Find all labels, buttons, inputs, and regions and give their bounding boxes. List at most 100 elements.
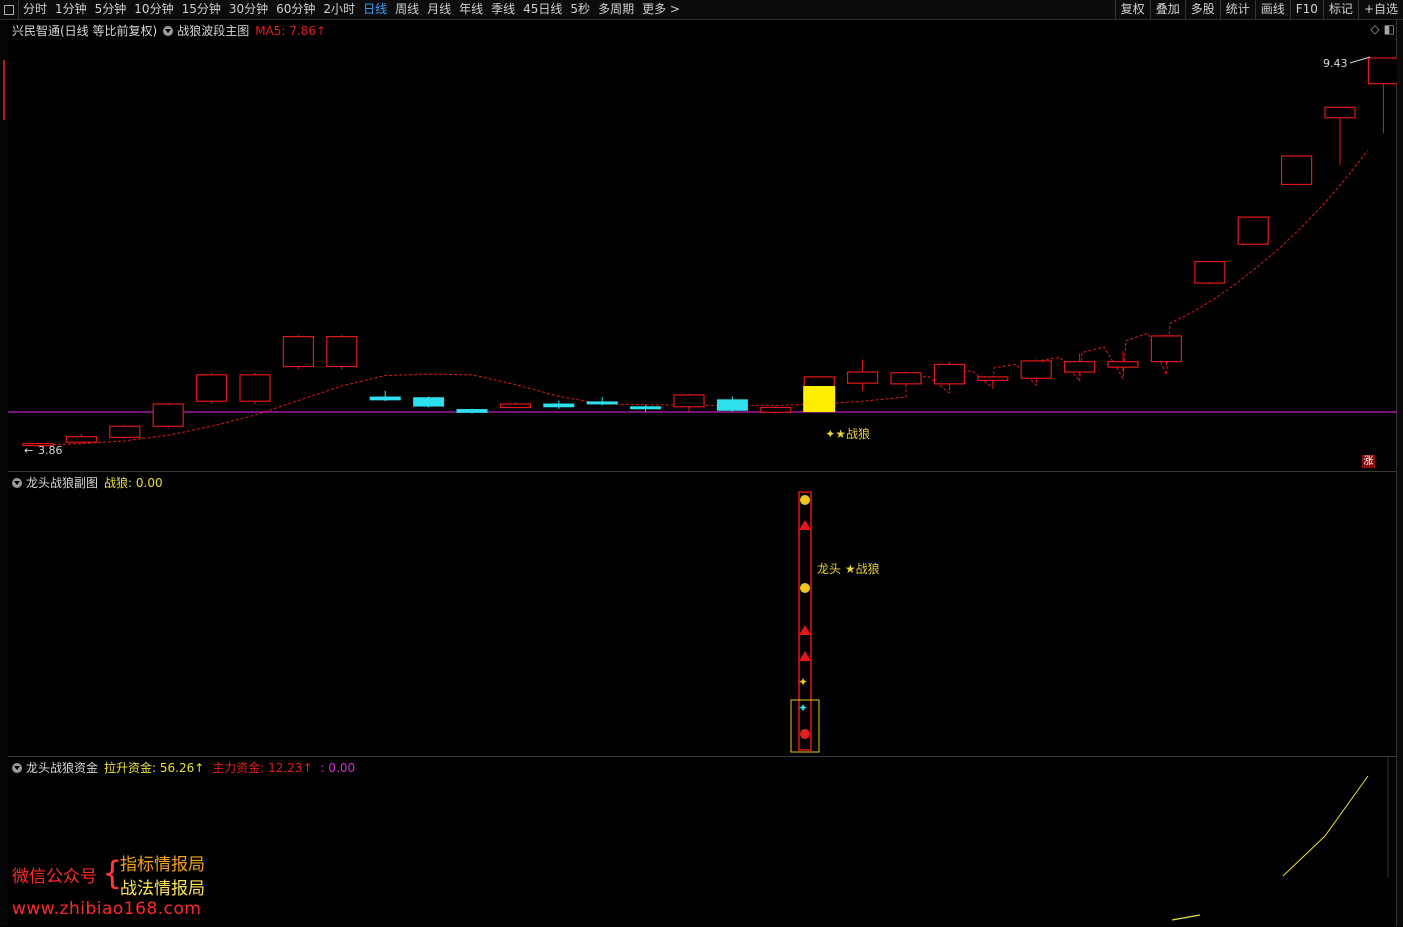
period-tab-6[interactable]: 60分钟 xyxy=(272,0,319,19)
candle-31 xyxy=(1367,57,1397,134)
lift-fund-line xyxy=(1282,775,1369,877)
candle-4 xyxy=(196,372,228,405)
toolbar-button-2[interactable]: 多股 xyxy=(1184,0,1220,19)
candle-13 xyxy=(586,397,618,406)
period-tab-9[interactable]: 周线 xyxy=(391,0,423,19)
main-panel-title: 兴民智通(日线 等比前复权) 战狼波段主图 MA5: 7.86↑ xyxy=(12,22,326,39)
main-signal-label: ★战狼 xyxy=(835,426,870,441)
candle-body xyxy=(977,376,1009,381)
watermark-account-prefix: 微信公众号 xyxy=(12,867,97,887)
sub-indicator-dropdown-icon[interactable] xyxy=(12,477,22,488)
money-bag-icon-1 xyxy=(800,583,810,593)
fund-chart-panel[interactable]: 龙头战狼资金 拉升资金: 56.26↑ 主力资金: 12.23↑ : 0.00 xyxy=(8,756,1397,927)
candle-6 xyxy=(282,335,314,370)
candle-body xyxy=(1194,260,1226,284)
high-price-label: 9.43 xyxy=(1323,57,1348,70)
toolbar-right-buttons: 复权 叠加 多股 统计 画线 F10 标记 +自选 xyxy=(1114,0,1403,19)
period-tab-5[interactable]: 30分钟 xyxy=(225,0,272,19)
candle-body xyxy=(1063,361,1096,373)
period-tab-2[interactable]: 5分钟 xyxy=(91,0,131,19)
candle-17 xyxy=(760,406,792,414)
low-arrow-icon: ← xyxy=(24,444,33,457)
period-tab-7[interactable]: 2小时 xyxy=(319,0,359,19)
period-tab-12[interactable]: 季线 xyxy=(487,0,519,19)
candle-15 xyxy=(673,393,705,413)
candle-body xyxy=(1020,360,1052,379)
candle-body xyxy=(456,409,488,413)
candle-body xyxy=(586,401,618,405)
signal-candle xyxy=(803,386,836,412)
diamond-icon[interactable]: ◇ xyxy=(1370,22,1379,36)
butterfly-cyan-icon: ✦ xyxy=(798,701,808,715)
lift-fund-value: 拉升资金: 56.26↑ xyxy=(104,761,205,775)
candle-7 xyxy=(326,335,358,370)
period-tab-4[interactable]: 15分钟 xyxy=(178,0,225,19)
third-fund-value: : 0.00 xyxy=(320,760,356,775)
toolbar-button-6[interactable]: 标记 xyxy=(1322,0,1358,19)
red-triangle-icon-2 xyxy=(799,651,811,661)
panel-corner-icons: ◇ ◧ xyxy=(1370,22,1395,36)
high-pointer xyxy=(1349,56,1371,64)
candle-1 xyxy=(65,433,98,444)
period-tab-10[interactable]: 月线 xyxy=(423,0,455,19)
candle-24 xyxy=(1063,353,1096,376)
candle-9 xyxy=(413,396,445,408)
red-triangle-icon-0 xyxy=(799,520,811,530)
indicator-name[interactable]: 战狼波段主图 xyxy=(177,22,249,39)
period-tab-1[interactable]: 1分钟 xyxy=(51,0,91,19)
candle-body xyxy=(543,403,575,408)
toolbar-button-7[interactable]: +自选 xyxy=(1357,0,1403,19)
period-tab-3[interactable]: 10分钟 xyxy=(130,0,177,19)
sub-chart-panel[interactable]: ✦ ✦ 龙头 ★战狼 龙头战狼副图 战狼: 0.00 xyxy=(8,471,1397,756)
candle-body xyxy=(1367,57,1397,85)
candle-26 xyxy=(1150,334,1183,366)
period-tab-16[interactable]: 更多 > xyxy=(638,0,684,19)
candle-30 xyxy=(1324,106,1356,165)
sub-panel-title: 龙头战狼副图 战狼: 0.00 xyxy=(12,474,163,491)
sidebar-toggle-icon[interactable] xyxy=(0,0,19,19)
period-tab-15[interactable]: 多周期 xyxy=(594,0,638,19)
toolbar-button-5[interactable]: F10 xyxy=(1289,0,1323,19)
candle-22 xyxy=(977,375,1009,386)
candle-body xyxy=(760,406,792,413)
period-tab-8[interactable]: 日线 xyxy=(359,0,391,19)
candle-body xyxy=(1107,361,1139,368)
toolbar-button-4[interactable]: 画线 xyxy=(1254,0,1290,19)
candle-body xyxy=(499,403,531,409)
fund-panel-title: 龙头战狼资金 拉升资金: 56.26↑ 主力资金: 12.23↑ : 0.00 xyxy=(12,759,355,776)
indicator-dropdown-icon[interactable] xyxy=(163,25,174,36)
period-tab-14[interactable]: 5秒 xyxy=(566,0,594,19)
sub-signal-label: 龙头 ★战狼 xyxy=(817,561,880,576)
period-tab-13[interactable]: 45日线 xyxy=(519,0,566,19)
toolbar-button-3[interactable]: 统计 xyxy=(1219,0,1255,19)
toolbar-button-1[interactable]: 叠加 xyxy=(1149,0,1185,19)
low-price-label: 3.86 xyxy=(38,444,63,457)
candle-27 xyxy=(1194,260,1226,285)
candle-body xyxy=(152,403,184,427)
candle-body xyxy=(239,374,271,402)
right-scrollbar[interactable] xyxy=(1396,20,1403,926)
sub-indicator-name[interactable]: 龙头战狼副图 xyxy=(26,474,98,491)
period-tab-0[interactable]: 分时 xyxy=(19,0,51,19)
candle-28 xyxy=(1237,216,1269,245)
money-bag-icon-0 xyxy=(800,495,810,505)
candle-body xyxy=(196,374,228,402)
main-chart-panel[interactable]: ✦ ★战狼 9.43 ← 3.86 兴民智通(日线 等比前复权) 战狼波段主图 MA5:… xyxy=(8,20,1397,470)
ma5-label: MA5: 7.86↑ xyxy=(255,23,327,38)
left-scale-bar xyxy=(0,20,8,926)
window-icon[interactable]: ◧ xyxy=(1384,22,1395,36)
period-tab-11[interactable]: 年线 xyxy=(455,0,487,19)
candle-body xyxy=(326,336,358,368)
watermark-url: www.zhibiao168.com xyxy=(12,899,202,919)
candle-20 xyxy=(890,371,922,385)
fund-indicator-dropdown-icon[interactable] xyxy=(12,762,22,773)
period-toolbar: 分时 1分钟 5分钟 10分钟 15分钟 30分钟 60分钟 2小时 日线 周线 月线 年线 季线 45日… xyxy=(0,0,1403,20)
toolbar-button-0[interactable]: 复权 xyxy=(1114,0,1150,19)
candle-body xyxy=(413,397,445,407)
candle-body xyxy=(109,425,141,438)
fund-indicator-name[interactable]: 龙头战狼资金 xyxy=(26,759,98,776)
candle-21 xyxy=(933,361,966,387)
candle-body xyxy=(716,399,748,411)
candle-body xyxy=(282,336,314,368)
candle-body xyxy=(1280,155,1313,186)
